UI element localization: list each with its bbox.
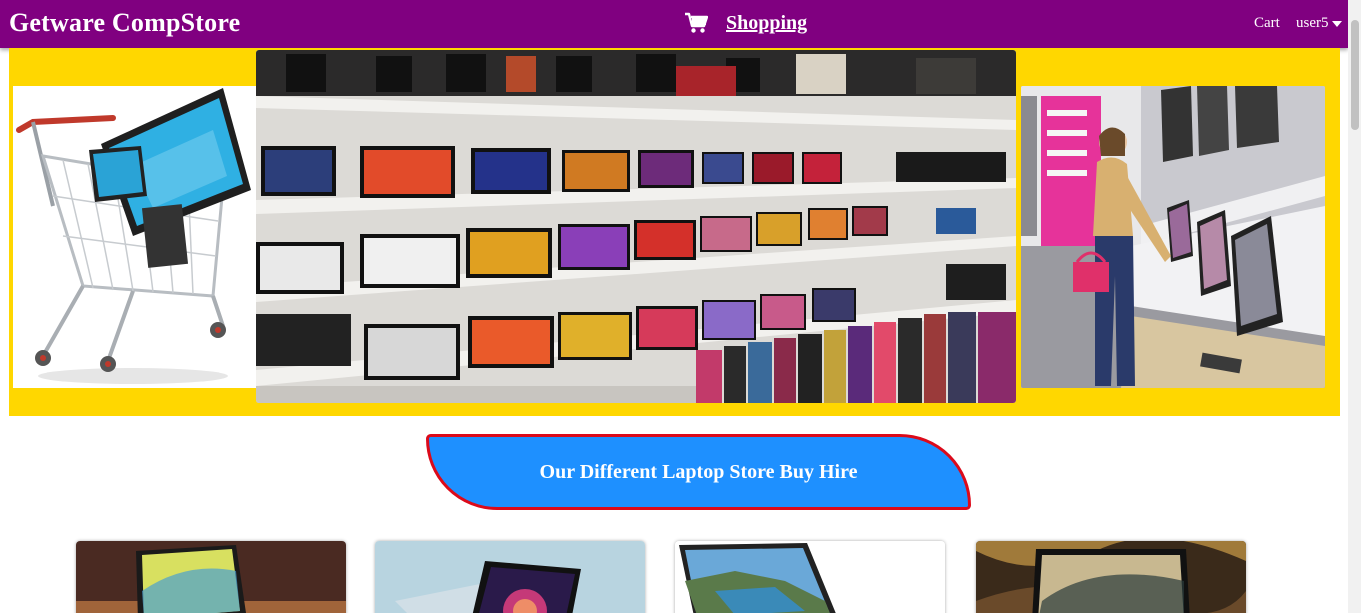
laptop-product-3-image[interactable] xyxy=(675,541,945,613)
user-dropdown[interactable]: user5 xyxy=(1296,15,1342,32)
caret-down-icon xyxy=(1331,20,1342,27)
laptop-store-shelves-image xyxy=(256,50,1016,403)
user-name: user5 xyxy=(1296,15,1329,31)
hero-section xyxy=(9,48,1340,416)
page-scrollbar[interactable] xyxy=(1348,0,1361,613)
cart-with-computers-image xyxy=(13,86,257,388)
laptop-product-4-image[interactable] xyxy=(976,541,1246,613)
woman-shopping-monitors-image xyxy=(1021,86,1325,388)
shopping-nav: Shopping xyxy=(684,8,807,38)
laptop-product-2-image[interactable] xyxy=(375,541,645,613)
brand-logo[interactable]: Getware CompStore xyxy=(9,8,240,38)
cart-link[interactable]: Cart xyxy=(1254,15,1280,32)
scrollbar-thumb[interactable] xyxy=(1351,20,1359,130)
banner-title: Our Different Laptop Store Buy Hire xyxy=(539,460,858,483)
shopping-link[interactable]: Shopping xyxy=(726,12,807,35)
shopping-cart-icon[interactable] xyxy=(684,12,708,34)
laptop-product-1-image[interactable] xyxy=(76,541,346,613)
top-navbar: Getware CompStore Shopping Cart user5 xyxy=(0,0,1348,48)
store-banner: Our Different Laptop Store Buy Hire xyxy=(426,434,971,510)
